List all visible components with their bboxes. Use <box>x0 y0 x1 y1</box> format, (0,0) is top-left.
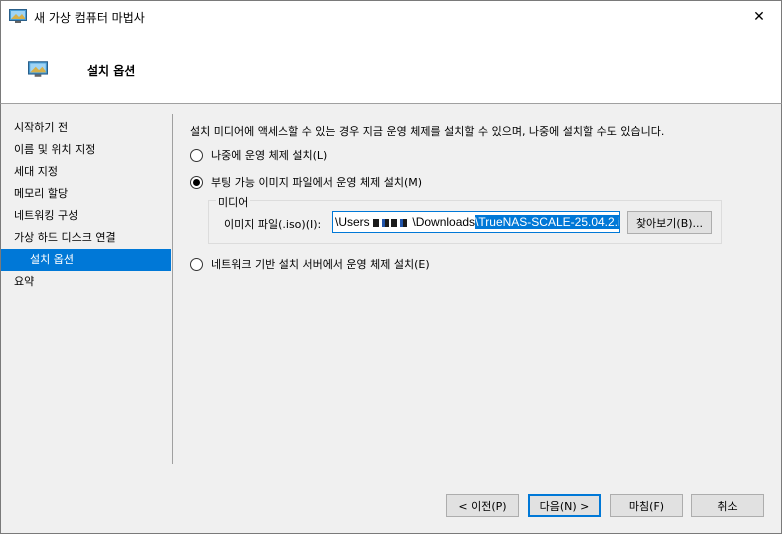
nav-item-memory[interactable]: 메모리 할당 <box>1 183 173 205</box>
radio-button[interactable] <box>190 257 203 271</box>
nav-item-name-location[interactable]: 이름 및 위치 지정 <box>1 139 173 161</box>
nav-item-generation[interactable]: 세대 지정 <box>1 161 173 183</box>
radio-button[interactable] <box>190 148 203 162</box>
path-middle: \Downloads <box>412 215 476 229</box>
nav-item-networking[interactable]: 네트워킹 구성 <box>1 205 173 227</box>
nav-item-before-you-begin[interactable]: 시작하기 전 <box>1 117 173 139</box>
option-label: 네트워크 기반 설치 서버에서 운영 체제 설치(E) <box>211 258 430 271</box>
title-bar: 새 가상 컴퓨터 마법사 ✕ <box>0 0 782 32</box>
nav-divider <box>172 114 173 464</box>
instruction-text: 설치 미디어에 액세스할 수 있는 경우 지금 운영 체제를 설치할 수 있으며… <box>190 125 665 138</box>
option-label: 부팅 가능 이미지 파일에서 운영 체제 설치(M) <box>211 176 423 189</box>
vm-monitor-icon <box>28 61 48 77</box>
option-install-later[interactable]: 나중에 운영 체제 설치(L) <box>190 147 327 163</box>
finish-button[interactable]: 마침(F) <box>610 494 683 517</box>
next-button[interactable]: 다음(N) > <box>528 494 601 517</box>
media-group-label: 미디어 <box>216 194 251 210</box>
previous-button[interactable]: < 이전(P) <box>446 494 519 517</box>
redacted-username <box>373 218 410 227</box>
nav-item-summary[interactable]: 요약 <box>1 271 173 293</box>
close-icon: ✕ <box>753 9 765 25</box>
cancel-button[interactable]: 취소 <box>691 494 764 517</box>
browse-button[interactable]: 찾아보기(B)... <box>627 211 712 234</box>
option-install-from-network[interactable]: 네트워크 기반 설치 서버에서 운영 체제 설치(E) <box>190 256 430 272</box>
wizard-nav: 시작하기 전 이름 및 위치 지정 세대 지정 메모리 할당 네트워킹 구성 가… <box>1 117 173 293</box>
option-install-from-image[interactable]: 부팅 가능 이미지 파일에서 운영 체제 설치(M) <box>190 174 422 190</box>
path-prefix: \Users <box>335 215 370 229</box>
vm-monitor-icon <box>9 9 27 23</box>
close-button[interactable]: ✕ <box>737 1 781 33</box>
window-title: 새 가상 컴퓨터 마법사 <box>34 11 145 25</box>
path-selected: \TrueNAS-SCALE-25.04.2.iso <box>475 215 619 229</box>
option-label: 나중에 운영 체제 설치(L) <box>211 149 328 162</box>
image-path-input[interactable]: \Users \Downloads\TrueNAS-SCALE-25.04.2.… <box>332 211 620 233</box>
wizard-header: 설치 옵션 <box>0 32 782 104</box>
nav-item-virtual-disk[interactable]: 가상 하드 디스크 연결 <box>1 227 173 249</box>
radio-button-selected[interactable] <box>190 175 203 189</box>
page-title: 설치 옵션 <box>87 64 136 78</box>
nav-item-installation-options[interactable]: 설치 옵션 <box>1 249 171 271</box>
image-file-label: 이미지 파일(.iso)(I): <box>224 218 322 231</box>
